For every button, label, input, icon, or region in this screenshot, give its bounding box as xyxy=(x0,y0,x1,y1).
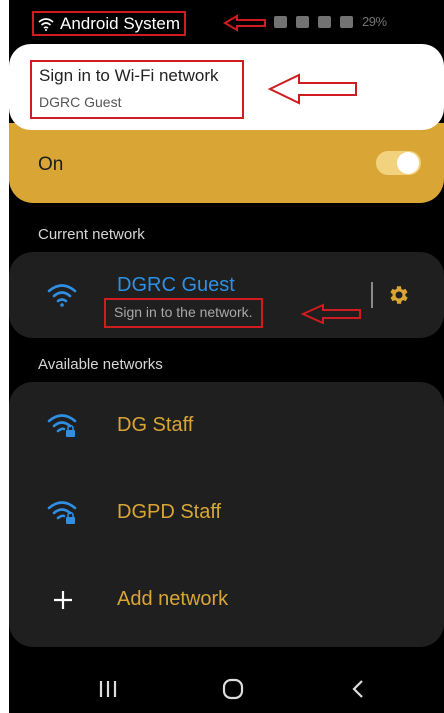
wifi-icon xyxy=(47,284,77,307)
wifi-lock-icon xyxy=(47,414,77,437)
notification-text: Sign in to Wi-Fi network DGRC Guest xyxy=(30,60,244,119)
annotation-arrow-icon xyxy=(301,303,361,325)
annotation-arrow-icon xyxy=(223,14,266,32)
current-network-heading: Current network xyxy=(38,226,145,243)
back-icon[interactable] xyxy=(351,679,365,699)
available-networks-heading: Available networks xyxy=(38,356,163,373)
gear-icon[interactable] xyxy=(386,283,410,307)
wifi-switch[interactable] xyxy=(376,151,421,175)
wifi-status-icon xyxy=(318,15,331,28)
wifi-lock-icon xyxy=(47,501,77,524)
divider xyxy=(371,282,373,308)
signal-icon xyxy=(340,15,353,28)
current-network-card[interactable]: DGRC Guest Sign in to the network. xyxy=(9,252,444,338)
add-network-button[interactable]: Add network xyxy=(9,554,444,644)
available-networks-card: DG Staff DGPD Staff Add network xyxy=(9,382,444,647)
network-name: DGPD Staff xyxy=(117,501,222,523)
plus-icon xyxy=(54,591,72,609)
notification-status-icon xyxy=(274,15,287,28)
wifi-toggle-label: On xyxy=(38,154,64,175)
status-icons: 29% xyxy=(274,14,387,29)
network-item-dgpd-staff[interactable]: DGPD Staff xyxy=(9,468,444,554)
mute-icon xyxy=(296,15,309,28)
wifi-toggle-banner[interactable]: On xyxy=(9,123,444,203)
notification-app-label: Android System xyxy=(32,11,186,36)
battery-level: 29% xyxy=(362,14,387,29)
switch-knob xyxy=(397,152,419,174)
recents-icon[interactable] xyxy=(98,680,118,698)
network-item-dg-staff[interactable]: DG Staff xyxy=(9,382,444,468)
notification-title: Sign in to Wi-Fi network xyxy=(39,66,219,85)
wifi-icon xyxy=(38,17,54,31)
annotation-arrow-icon xyxy=(267,73,357,105)
current-network-status: Sign in to the network. xyxy=(104,298,263,328)
notification-subtitle: DGRC Guest xyxy=(39,94,122,110)
current-network-name: DGRC Guest xyxy=(117,274,235,296)
add-network-label: Add network xyxy=(117,588,229,610)
notification-app-name: Android System xyxy=(60,13,180,33)
sign-in-notification[interactable]: Sign in to Wi-Fi network DGRC Guest xyxy=(9,44,444,130)
home-icon[interactable] xyxy=(222,678,244,700)
status-bar: Android System 29% xyxy=(9,0,444,44)
navigation-bar xyxy=(9,664,444,713)
phone-screen: Android System 29% Sign in to Wi-Fi netw… xyxy=(9,0,444,713)
network-name: DG Staff xyxy=(117,414,194,436)
